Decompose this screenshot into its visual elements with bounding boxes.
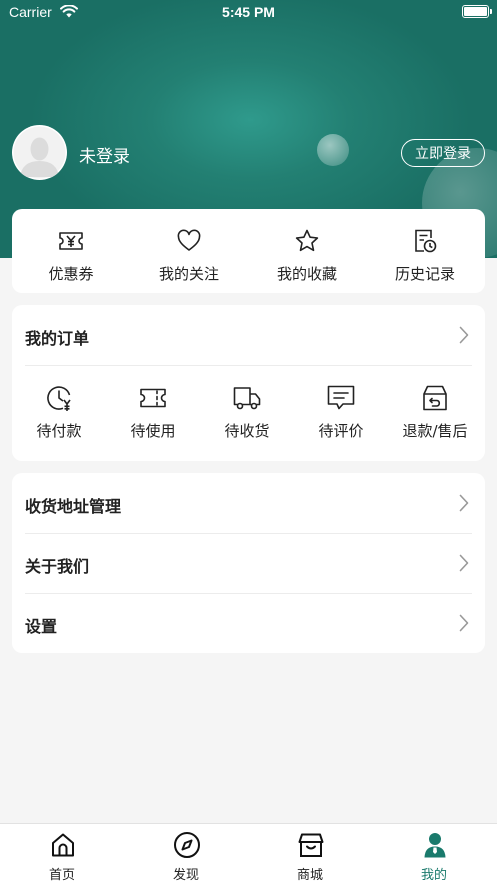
order-status-label: 待付款 — [36, 422, 82, 440]
heart-icon — [177, 229, 201, 251]
comment-icon — [327, 385, 355, 410]
compass-icon — [174, 832, 200, 858]
home-icon — [52, 833, 74, 857]
order-status-to-receive[interactable]: 待收货 — [200, 383, 294, 447]
quick-link-label: 我的收藏 — [276, 265, 337, 283]
truck-icon — [233, 387, 261, 410]
tab-label: 发现 — [172, 868, 199, 883]
orders-card: 我的订单 待付款 待使用 待收货 待评价 退款/售后 — [12, 305, 485, 461]
order-status-label: 待使用 — [130, 422, 176, 440]
clock: 5:45 PM — [222, 4, 275, 20]
quick-link-coupon[interactable]: 优惠券 — [12, 209, 130, 293]
menu-item-about[interactable]: 关于我们 — [12, 533, 485, 593]
all-orders-row[interactable]: 我的订单 — [12, 305, 485, 365]
order-status-to-use[interactable]: 待使用 — [106, 383, 200, 447]
user-icon — [424, 833, 446, 858]
order-status-to-review[interactable]: 待评价 — [294, 383, 388, 447]
tab-label: 首页 — [48, 868, 75, 883]
avatar[interactable] — [12, 125, 67, 180]
quick-link-label: 我的关注 — [158, 265, 219, 283]
tab-mine[interactable]: 我的 — [372, 824, 496, 883]
refund-icon — [423, 385, 447, 411]
order-status-pending-payment[interactable]: 待付款 — [12, 383, 106, 447]
order-status-label: 退款/售后 — [402, 422, 468, 440]
store-icon — [298, 833, 324, 857]
divider — [25, 365, 472, 366]
tab-store[interactable]: 商城 — [248, 824, 372, 883]
quick-link-label: 历史记录 — [394, 265, 455, 283]
tab-home[interactable]: 首页 — [0, 824, 124, 883]
menu-item-label: 设置 — [25, 617, 58, 636]
settings-menu-card: 收货地址管理 关于我们 设置 — [12, 473, 485, 653]
status-bar: Carrier 5:45 PM — [0, 0, 497, 26]
menu-item-settings[interactable]: 设置 — [12, 593, 485, 653]
login-button[interactable]: 立即登录 — [401, 139, 485, 167]
menu-item-address[interactable]: 收货地址管理 — [12, 473, 485, 533]
quick-link-follow[interactable]: 我的关注 — [130, 209, 248, 293]
order-status-label: 待收货 — [224, 422, 270, 440]
chevron-right-icon — [459, 494, 469, 512]
tab-bar: 首页 发现 商城 我的 — [0, 823, 497, 883]
quick-link-label: 优惠券 — [48, 265, 94, 283]
tab-label: 我的 — [420, 868, 447, 883]
tab-discover[interactable]: 发现 — [124, 824, 248, 883]
quick-link-favorites[interactable]: 我的收藏 — [248, 209, 366, 293]
battery-icon — [462, 5, 492, 18]
chevron-right-icon — [459, 554, 469, 572]
chevron-right-icon — [459, 614, 469, 632]
menu-item-label: 关于我们 — [25, 557, 90, 576]
coupon-icon — [59, 232, 83, 250]
menu-item-label: 收货地址管理 — [25, 497, 122, 516]
ticket-icon — [140, 388, 166, 408]
star-icon — [295, 229, 319, 252]
quick-link-history[interactable]: 历史记录 — [366, 209, 484, 293]
quick-links-card: 优惠券 我的关注 我的收藏 历史记录 — [12, 209, 485, 293]
order-status-label: 待评价 — [318, 422, 364, 440]
pending-payment-icon — [47, 386, 71, 411]
orders-title: 我的订单 — [25, 329, 90, 348]
history-icon — [415, 229, 437, 253]
tab-label: 商城 — [296, 868, 323, 883]
default-avatar-icon — [13, 126, 66, 179]
user-name[interactable]: 未登录 — [79, 142, 130, 167]
chevron-right-icon — [459, 326, 469, 344]
decor-bubble — [317, 134, 349, 166]
order-status-refund[interactable]: 退款/售后 — [388, 383, 482, 447]
